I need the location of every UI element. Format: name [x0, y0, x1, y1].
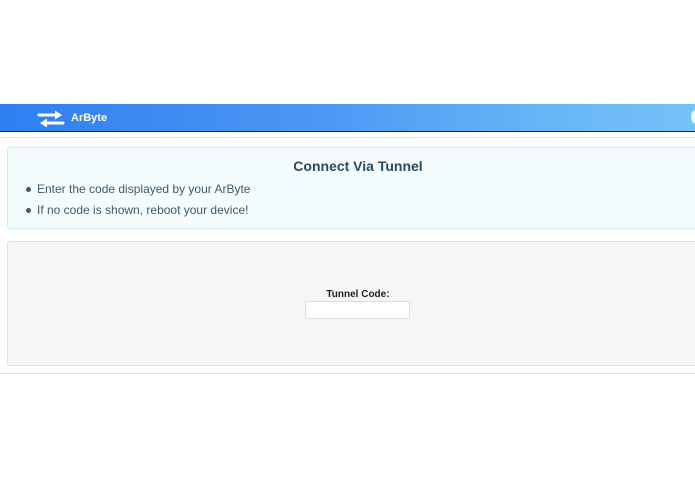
- page-divider-bottom: [0, 373, 695, 374]
- info-instruction-text: If no code is shown, reboot your device!: [37, 203, 249, 217]
- info-instruction-item: Enter the code displayed by your ArByte: [26, 179, 250, 200]
- bullet-icon: [26, 208, 31, 213]
- bullet-icon: [26, 187, 31, 192]
- top-navbar: ArByte: [0, 104, 695, 132]
- brand-name[interactable]: ArByte: [71, 110, 107, 126]
- info-panel-title: Connect Via Tunnel: [293, 158, 423, 174]
- swap-arrows-icon[interactable]: [37, 109, 65, 129]
- tunnel-code-input[interactable]: [305, 301, 410, 319]
- tunnel-code-panel: Tunnel Code:: [7, 241, 695, 366]
- page-divider-top: [0, 137, 695, 138]
- connect-info-panel: Connect Via Tunnel Enter the code displa…: [7, 147, 695, 229]
- info-instruction-list: Enter the code displayed by your ArByte …: [26, 179, 250, 221]
- info-instruction-item: If no code is shown, reboot your device!: [26, 200, 250, 221]
- info-instruction-text: Enter the code displayed by your ArByte: [37, 182, 251, 196]
- tunnel-code-label: Tunnel Code:: [326, 289, 390, 300]
- navbar-edge-control[interactable]: [691, 110, 695, 124]
